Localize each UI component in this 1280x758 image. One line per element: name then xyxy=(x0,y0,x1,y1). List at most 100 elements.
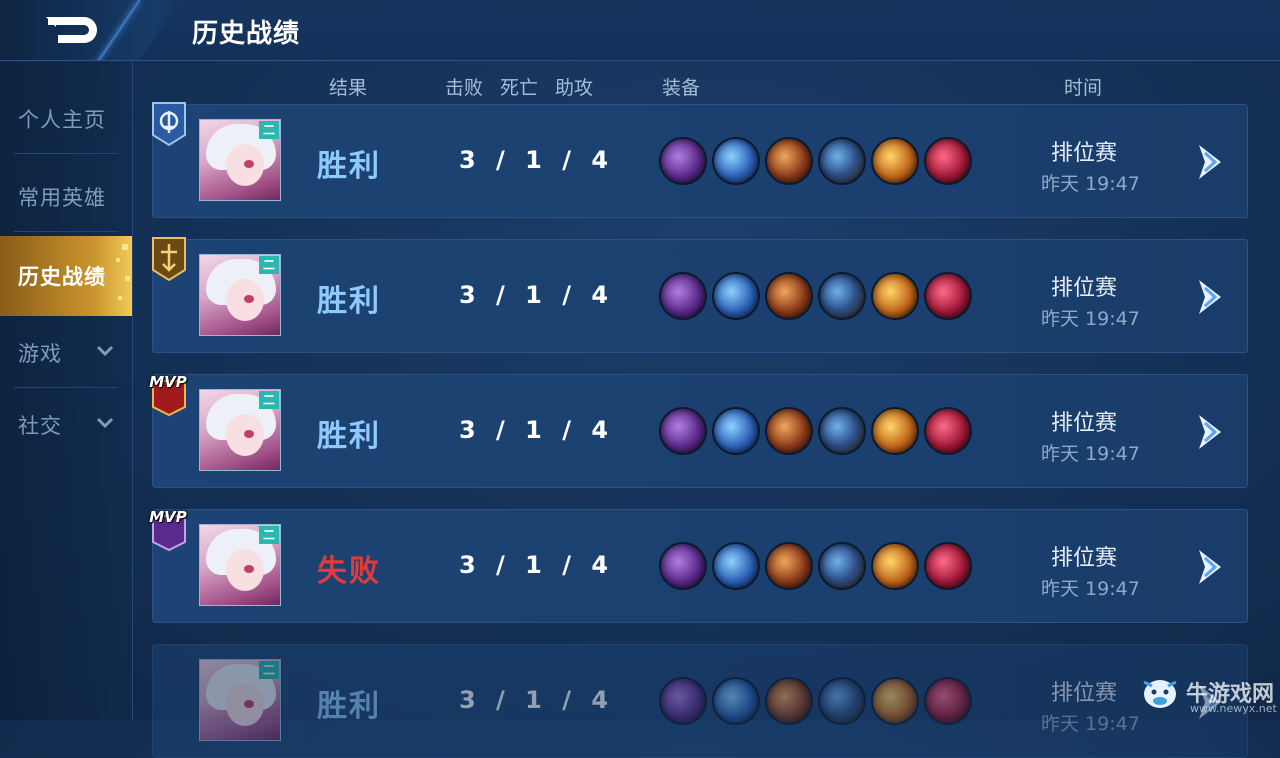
column-header-time: 时间 xyxy=(1064,77,1103,99)
axe-item-icon[interactable] xyxy=(659,272,707,320)
avatar-tag: 二 xyxy=(259,256,279,274)
sidebar-item-game[interactable]: 游戏 xyxy=(0,318,132,388)
axe-item-icon[interactable] xyxy=(659,677,707,725)
hero-avatar[interactable]: 二 xyxy=(199,389,281,471)
flame-wing-item-icon[interactable] xyxy=(871,542,919,590)
match-kda: 3 / 1 / 4 xyxy=(459,146,609,174)
match-row[interactable]: 二 胜利 3 / 1 / 4 排位赛 昨天 19:47 xyxy=(149,101,1248,218)
flame-wing-item-icon[interactable] xyxy=(871,137,919,185)
sidebar-item-social[interactable]: 社交 xyxy=(0,390,132,460)
match-kda: 3 / 1 / 4 xyxy=(459,281,609,309)
blue-blade-item-icon[interactable] xyxy=(712,677,760,725)
header-divider xyxy=(94,0,141,60)
equipment-list xyxy=(659,272,972,320)
match-time: 昨天 19:47 xyxy=(1041,173,1140,195)
match-kda: 3 / 1 / 4 xyxy=(459,686,609,714)
cross-shield-item-icon[interactable] xyxy=(818,272,866,320)
sidebar-item-label: 历史战绩 xyxy=(18,265,106,289)
sidebar-item-heroes[interactable]: 常用英雄 xyxy=(0,162,132,232)
rank-badge-icon xyxy=(149,101,189,147)
equipment-list xyxy=(659,137,972,185)
blue-blade-item-icon[interactable] xyxy=(712,272,760,320)
red-sword-item-icon[interactable] xyxy=(765,407,813,455)
match-kda: 3 / 1 / 4 xyxy=(459,416,609,444)
watermark-cow-icon xyxy=(1143,680,1177,708)
avatar-tag: 二 xyxy=(259,391,279,409)
sidebar-item-label: 社交 xyxy=(18,414,62,438)
chevron-right-icon[interactable] xyxy=(1195,546,1227,588)
page-title: 历史战绩 xyxy=(192,19,301,49)
match-result: 胜利 xyxy=(317,149,381,184)
sidebar-item-label: 常用英雄 xyxy=(18,186,106,210)
match-time: 昨天 19:47 xyxy=(1041,578,1140,600)
mvp-purple-icon: MVP xyxy=(149,506,189,552)
match-mode: 排位赛 xyxy=(1051,411,1118,436)
crimson-mask-item-icon[interactable] xyxy=(924,272,972,320)
sidebar-item-label: 游戏 xyxy=(18,342,62,366)
avatar-tag: 二 xyxy=(259,661,279,679)
match-row[interactable]: MVP 二 失败 3 / 1 / 4 排位赛 昨天 19:47 xyxy=(149,506,1248,623)
match-row[interactable]: 二 胜利 3 / 1 / 4 排位赛 昨天 19:47 xyxy=(149,236,1248,353)
crimson-mask-item-icon[interactable] xyxy=(924,677,972,725)
chevron-right-icon[interactable] xyxy=(1195,276,1227,318)
equipment-list xyxy=(659,542,972,590)
back-arrow-icon xyxy=(46,17,97,43)
avatar-tag: 二 xyxy=(259,526,279,544)
match-result: 胜利 xyxy=(317,689,381,724)
match-time: 昨天 19:47 xyxy=(1041,308,1140,330)
mvp-label: MVP xyxy=(149,508,187,526)
equipment-list xyxy=(659,407,972,455)
top-bar: 历史战绩 xyxy=(0,0,1280,61)
red-sword-item-icon[interactable] xyxy=(765,677,813,725)
column-header-deaths: 死亡 xyxy=(500,77,539,99)
mvp-red-icon: MVP xyxy=(149,371,189,417)
axe-item-icon[interactable] xyxy=(659,137,707,185)
column-header-kills: 击败 xyxy=(445,77,484,99)
cross-shield-item-icon[interactable] xyxy=(818,407,866,455)
back-button[interactable] xyxy=(0,0,180,60)
cross-shield-item-icon[interactable] xyxy=(818,137,866,185)
column-header-equipment: 装备 xyxy=(662,77,701,99)
match-row[interactable]: 二 胜利 3 / 1 / 4 排位赛 昨天 19:47 xyxy=(152,644,1248,758)
cross-shield-item-icon[interactable] xyxy=(818,677,866,725)
sidebar-item-label: 个人主页 xyxy=(18,108,106,132)
match-result: 胜利 xyxy=(317,419,381,454)
sidebar-item-history[interactable]: 历史战绩 xyxy=(0,236,132,316)
flame-wing-item-icon[interactable] xyxy=(871,272,919,320)
red-sword-item-icon[interactable] xyxy=(765,542,813,590)
column-header-assists: 助攻 xyxy=(555,77,594,99)
match-row[interactable]: MVP 二 胜利 3 / 1 / 4 排位赛 昨天 19:47 xyxy=(149,371,1248,488)
match-result: 失败 xyxy=(317,554,381,589)
chevron-right-icon[interactable] xyxy=(1195,141,1227,183)
match-mode: 排位赛 xyxy=(1051,681,1118,706)
chevron-down-icon xyxy=(96,417,114,429)
hero-avatar[interactable]: 二 xyxy=(199,119,281,201)
hero-avatar[interactable]: 二 xyxy=(199,254,281,336)
match-time: 昨天 19:47 xyxy=(1041,443,1140,465)
equipment-list xyxy=(659,677,972,725)
cross-shield-item-icon[interactable] xyxy=(818,542,866,590)
blue-blade-item-icon[interactable] xyxy=(712,137,760,185)
axe-item-icon[interactable] xyxy=(659,542,707,590)
rank-badge-gold-icon xyxy=(149,236,189,282)
match-mode: 排位赛 xyxy=(1051,276,1118,301)
flame-wing-item-icon[interactable] xyxy=(871,677,919,725)
avatar-tag: 二 xyxy=(259,121,279,139)
axe-item-icon[interactable] xyxy=(659,407,707,455)
chevron-right-icon[interactable] xyxy=(1195,411,1227,453)
match-time: 昨天 19:47 xyxy=(1041,713,1140,735)
red-sword-item-icon[interactable] xyxy=(765,272,813,320)
hero-avatar[interactable]: 二 xyxy=(199,659,281,741)
match-mode: 排位赛 xyxy=(1051,546,1118,571)
chevron-down-icon xyxy=(96,345,114,357)
crimson-mask-item-icon[interactable] xyxy=(924,137,972,185)
blue-blade-item-icon[interactable] xyxy=(712,407,760,455)
hero-avatar[interactable]: 二 xyxy=(199,524,281,606)
red-sword-item-icon[interactable] xyxy=(765,137,813,185)
crimson-mask-item-icon[interactable] xyxy=(924,407,972,455)
sidebar-item-profile[interactable]: 个人主页 xyxy=(0,84,132,154)
crimson-mask-item-icon[interactable] xyxy=(924,542,972,590)
mvp-label: MVP xyxy=(149,373,187,391)
flame-wing-item-icon[interactable] xyxy=(871,407,919,455)
blue-blade-item-icon[interactable] xyxy=(712,542,760,590)
